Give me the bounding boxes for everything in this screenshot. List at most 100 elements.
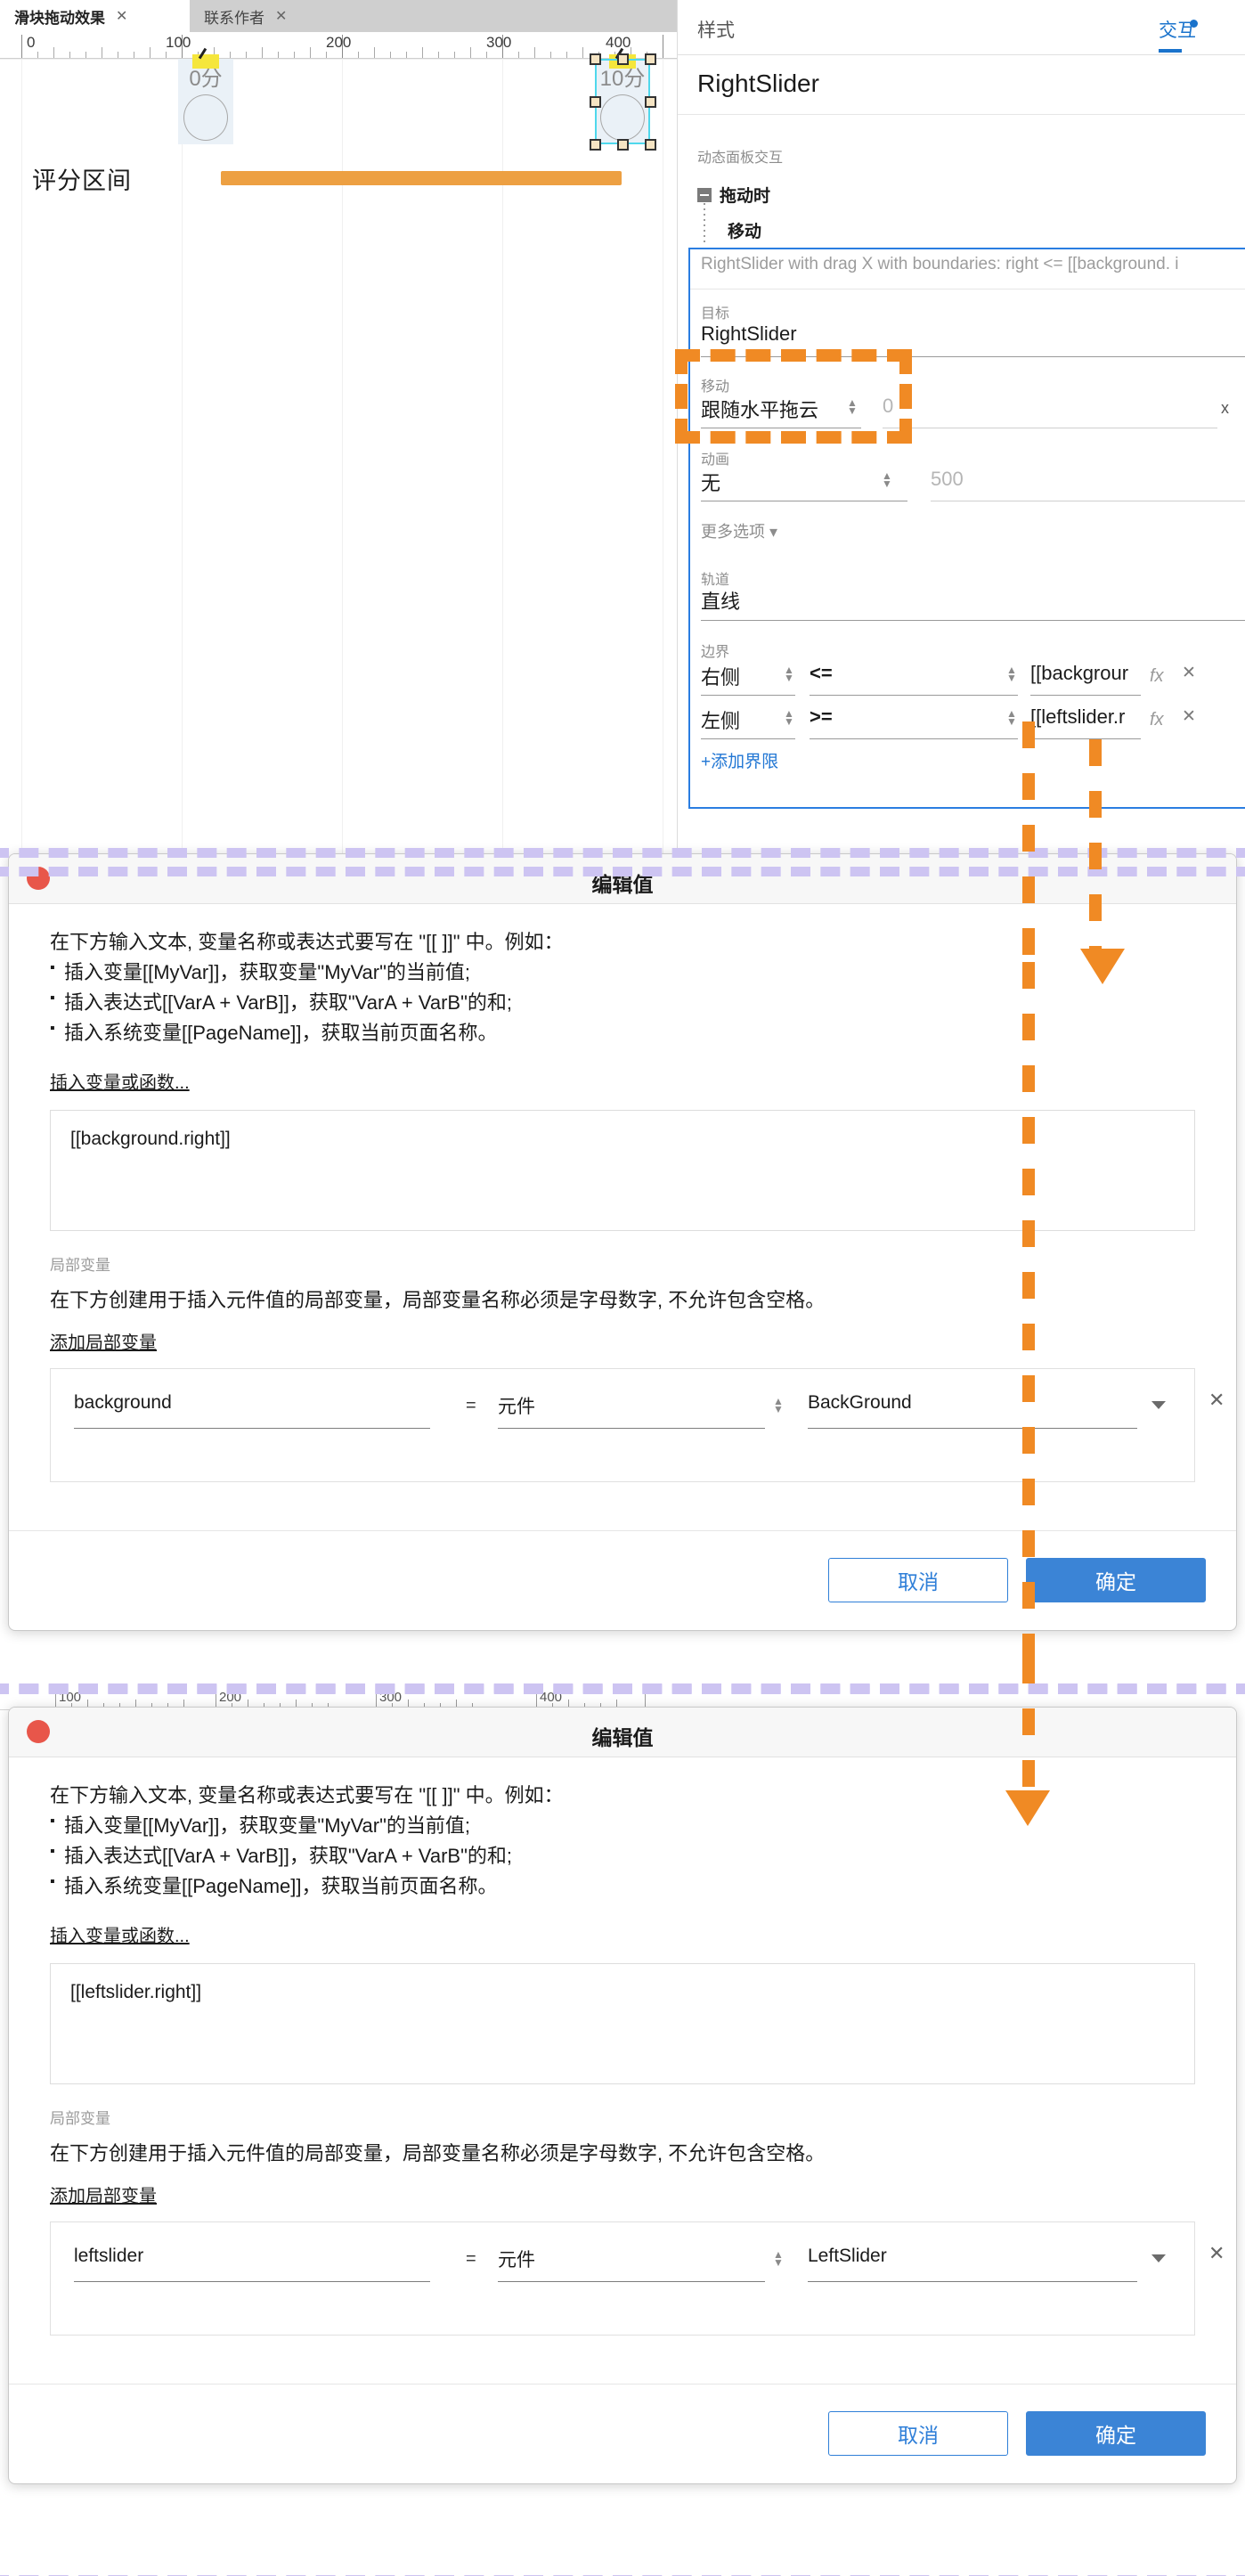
local-variable-target-select[interactable]: LeftSlider	[808, 2246, 887, 2267]
resize-handle-s[interactable]	[617, 139, 629, 151]
field-underline	[808, 2281, 1137, 2283]
stepper-icon[interactable]: ▲ ▼	[783, 664, 795, 683]
animation-label: 动画	[701, 452, 730, 468]
action-move[interactable]: 移动	[728, 218, 761, 242]
fx-icon[interactable]: fx	[1150, 666, 1164, 687]
dialog-title-bar[interactable]: 编辑值	[9, 1708, 1236, 1757]
boundary-value[interactable]: [[leftslider.r	[1030, 705, 1125, 729]
local-variable-type-select[interactable]: 元件	[498, 1392, 535, 1419]
tree-connector	[704, 203, 705, 242]
dialog-body: 在下方输入文本, 变量名称或表达式要写在 "[[ ]]" 中。例如： 插入变量[…	[9, 904, 1236, 1530]
stepper-icon[interactable]: ▲ ▼	[783, 708, 795, 727]
annotation-arrow-leftslider	[1005, 1790, 1050, 1826]
confirm-button[interactable]: 确定	[1026, 1558, 1206, 1603]
resize-handle-n[interactable]	[617, 53, 629, 65]
bullet-item: 插入系统变量[[PageName]]，获取当前页面名称。	[50, 1871, 1195, 1902]
resize-handle-e[interactable]	[645, 96, 656, 108]
collapse-icon[interactable]	[697, 187, 712, 202]
interaction-flag-icon	[192, 54, 219, 69]
chevron-down-icon[interactable]	[1151, 2254, 1166, 2263]
boundary-value[interactable]: [[backgrour	[1030, 662, 1128, 685]
stepper-icon[interactable]: ▲ ▼	[772, 1396, 785, 1414]
add-local-variable-link[interactable]: 添加局部变量	[50, 1328, 157, 1354]
add-boundary-link[interactable]: +添加界限	[701, 748, 778, 772]
dialog-title-bar[interactable]: 编辑值	[9, 854, 1236, 904]
remove-local-variable-icon[interactable]: ✕	[1208, 2242, 1225, 2265]
insert-variable-link[interactable]: 插入变量或函数...	[50, 1921, 190, 1947]
divider	[678, 114, 1245, 115]
element-name: RightSlider	[697, 69, 819, 97]
boundary-side[interactable]: 右侧	[701, 662, 740, 690]
add-local-variable-link[interactable]: 添加局部变量	[50, 2181, 157, 2207]
close-icon[interactable]: ✕	[116, 7, 127, 25]
boundary-operator[interactable]: >=	[810, 705, 833, 729]
close-icon[interactable]: ✕	[275, 7, 287, 25]
tab-contact-author[interactable]: 联系作者 ✕	[190, 0, 364, 32]
equals-sign: =	[466, 1396, 476, 1416]
animation-value[interactable]: 无	[701, 468, 720, 496]
cancel-button[interactable]: 取消	[828, 2411, 1008, 2457]
local-variable-name-input[interactable]: background	[74, 1392, 172, 1414]
field-underline	[498, 2281, 765, 2283]
section-label: 动态面板交互	[697, 151, 784, 166]
resize-handle-sw[interactable]	[590, 139, 601, 151]
stepper-icon[interactable]: ▲ ▼	[1005, 708, 1018, 727]
track-value[interactable]: 直线	[701, 586, 740, 615]
slider-track[interactable]	[221, 171, 622, 185]
group-label: 评分区间	[32, 167, 132, 194]
event-drag[interactable]: 拖动时	[697, 183, 770, 207]
local-variable-name-input[interactable]: leftslider	[74, 2246, 143, 2267]
annotation-line-leftslider	[1022, 1657, 1035, 1799]
chevron-down-icon[interactable]	[1151, 1401, 1166, 1410]
field-underline	[810, 695, 1018, 696]
dialog-footer: 取消 确定	[9, 1530, 1236, 1630]
remove-local-variable-icon[interactable]: ✕	[1208, 1389, 1225, 1412]
resize-handle-nw[interactable]	[590, 53, 601, 65]
event-label: 拖动时	[720, 187, 771, 206]
fx-icon[interactable]: fx	[1150, 710, 1164, 730]
left-slider-knob[interactable]	[183, 94, 228, 141]
dialog-title: 编辑值	[591, 1726, 654, 1749]
expression-textarea[interactable]: [[leftslider.right]]	[50, 1963, 1195, 2085]
resize-handle-w[interactable]	[590, 96, 601, 108]
stepper-icon[interactable]: ▲ ▼	[1005, 664, 1018, 683]
left-slider[interactable]: 0分	[178, 59, 233, 144]
stepper-icon[interactable]: ▲ ▼	[772, 2249, 785, 2268]
boundary-operator[interactable]: <=	[810, 662, 833, 685]
tab-style-label: 样式	[697, 20, 735, 41]
tab-style[interactable]: 样式	[697, 16, 735, 43]
field-underline	[810, 738, 1018, 739]
remove-boundary-icon[interactable]: ✕	[1182, 706, 1196, 727]
local-variable-type-select[interactable]: 元件	[498, 2246, 535, 2272]
tab-interaction[interactable]: 交互	[1159, 16, 1198, 53]
panel-tab-strip: 样式 交互	[678, 0, 1245, 55]
action-summary: RightSlider with drag X with boundaries:…	[701, 255, 1179, 273]
annotation-line-background-lower	[1022, 962, 1035, 1657]
field-underline	[701, 620, 1245, 621]
tab-underline	[1159, 49, 1182, 53]
annotation-line-background-branch	[1089, 739, 1102, 953]
remove-boundary-icon[interactable]: ✕	[1182, 663, 1196, 683]
confirm-button[interactable]: 确定	[1026, 2411, 1206, 2457]
ruler-label-100: 100	[166, 34, 191, 51]
insert-variable-link[interactable]: 插入变量或函数...	[50, 1068, 190, 1094]
edit-value-dialog-one: 编辑值 在下方输入文本, 变量名称或表达式要写在 "[[ ]]" 中。例如： 插…	[8, 853, 1237, 1632]
resize-handle-se[interactable]	[645, 139, 656, 151]
ruler-label-400: 400	[540, 1691, 563, 1705]
local-variable-target-select[interactable]: BackGround	[808, 1392, 912, 1414]
tab-slider-drag-effect[interactable]: 滑块拖动效果 ✕	[0, 0, 190, 32]
boundary-side[interactable]: 左侧	[701, 705, 740, 734]
dialog-title: 编辑值	[591, 873, 654, 896]
field-underline	[74, 2281, 430, 2283]
horizontal-ruler: 0 100 200 300 400	[0, 32, 686, 59]
more-options-toggle[interactable]: 更多选项 ▾	[701, 519, 777, 542]
ruler-label-300: 300	[486, 34, 512, 51]
target-value[interactable]: RightSlider	[701, 322, 797, 346]
selection-outline	[595, 59, 650, 144]
design-canvas[interactable]: 评分区间 0分 10分	[0, 53, 686, 855]
cancel-button[interactable]: 取消	[828, 1558, 1008, 1603]
ruler-label-0: 0	[27, 34, 36, 51]
resize-handle-ne[interactable]	[645, 53, 656, 65]
animation-duration-input[interactable]: 500	[931, 468, 964, 491]
stepper-icon[interactable]: ▲ ▼	[881, 470, 893, 489]
